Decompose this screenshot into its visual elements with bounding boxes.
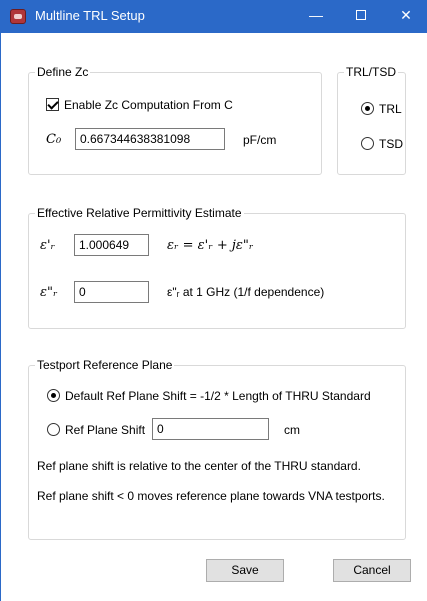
app-icon [10, 9, 26, 24]
close-button[interactable]: ✕ [384, 0, 427, 33]
trl-tsd-legend: TRL/TSD [344, 65, 399, 79]
default-shift-label: Default Ref Plane Shift = -1/2 * Length … [65, 388, 371, 403]
permittivity-legend: Effective Relative Permittivity Estimate [35, 206, 244, 220]
testport-legend: Testport Reference Plane [35, 358, 175, 372]
enable-zc-checkbox[interactable] [46, 98, 59, 112]
ref-plane-shift-unit: cm [284, 423, 300, 437]
minimize-button[interactable]: — [294, 0, 338, 33]
eps-real-label: ε'ᵣ [40, 238, 56, 253]
ref-plane-shift-input[interactable]: 0 [152, 418, 269, 440]
trl-radio[interactable] [361, 102, 374, 116]
define-zc-group: Define Zc Enable Zc Computation From C C… [28, 65, 322, 175]
trl-label: TRL [379, 101, 402, 116]
testport-note-1: Ref plane shift is relative to the cente… [37, 459, 361, 473]
c0-unit: pF/cm [243, 133, 277, 147]
eps-real-note: εᵣ = ε'ᵣ + jε"ᵣ [167, 238, 254, 253]
enable-zc-label: Enable Zc Computation From C [64, 97, 233, 112]
enable-zc-row[interactable]: Enable Zc Computation From C [46, 97, 233, 112]
c0-label: C₀ [46, 132, 62, 147]
title-bar: Multline TRL Setup — ✕ [0, 0, 427, 33]
define-zc-legend: Define Zc [35, 65, 91, 79]
tsd-radio[interactable] [361, 137, 374, 151]
maximize-button[interactable] [339, 0, 383, 33]
cancel-button[interactable]: Cancel [333, 559, 411, 582]
maximize-icon [356, 10, 366, 21]
default-shift-option[interactable]: Default Ref Plane Shift = -1/2 * Length … [47, 388, 371, 403]
dialog-body: Define Zc Enable Zc Computation From C C… [0, 33, 427, 601]
custom-shift-option[interactable]: Ref Plane Shift [47, 422, 145, 437]
tsd-option[interactable]: TSD [361, 136, 403, 151]
testport-group: Testport Reference Plane Default Ref Pla… [28, 358, 406, 540]
eps-real-input[interactable]: 1.000649 [74, 234, 149, 256]
eps-imag-note: ε"ᵣ at 1 GHz (1/f dependence) [167, 285, 325, 299]
testport-note-2: Ref plane shift < 0 moves reference plan… [37, 489, 385, 503]
window-title: Multline TRL Setup [35, 8, 145, 23]
eps-imag-input[interactable]: 0 [74, 281, 149, 303]
trl-option[interactable]: TRL [361, 101, 402, 116]
default-shift-radio[interactable] [47, 389, 60, 403]
custom-shift-label: Ref Plane Shift [65, 422, 146, 437]
eps-imag-label: ε"ᵣ [40, 285, 58, 300]
tsd-label: TSD [379, 136, 403, 151]
c0-input[interactable]: 0.667344638381098 [75, 128, 225, 150]
custom-shift-radio[interactable] [47, 423, 60, 437]
permittivity-group: Effective Relative Permittivity Estimate… [28, 206, 406, 329]
trl-tsd-group: TRL/TSD TRL TSD [337, 65, 406, 175]
save-button[interactable]: Save [206, 559, 284, 582]
